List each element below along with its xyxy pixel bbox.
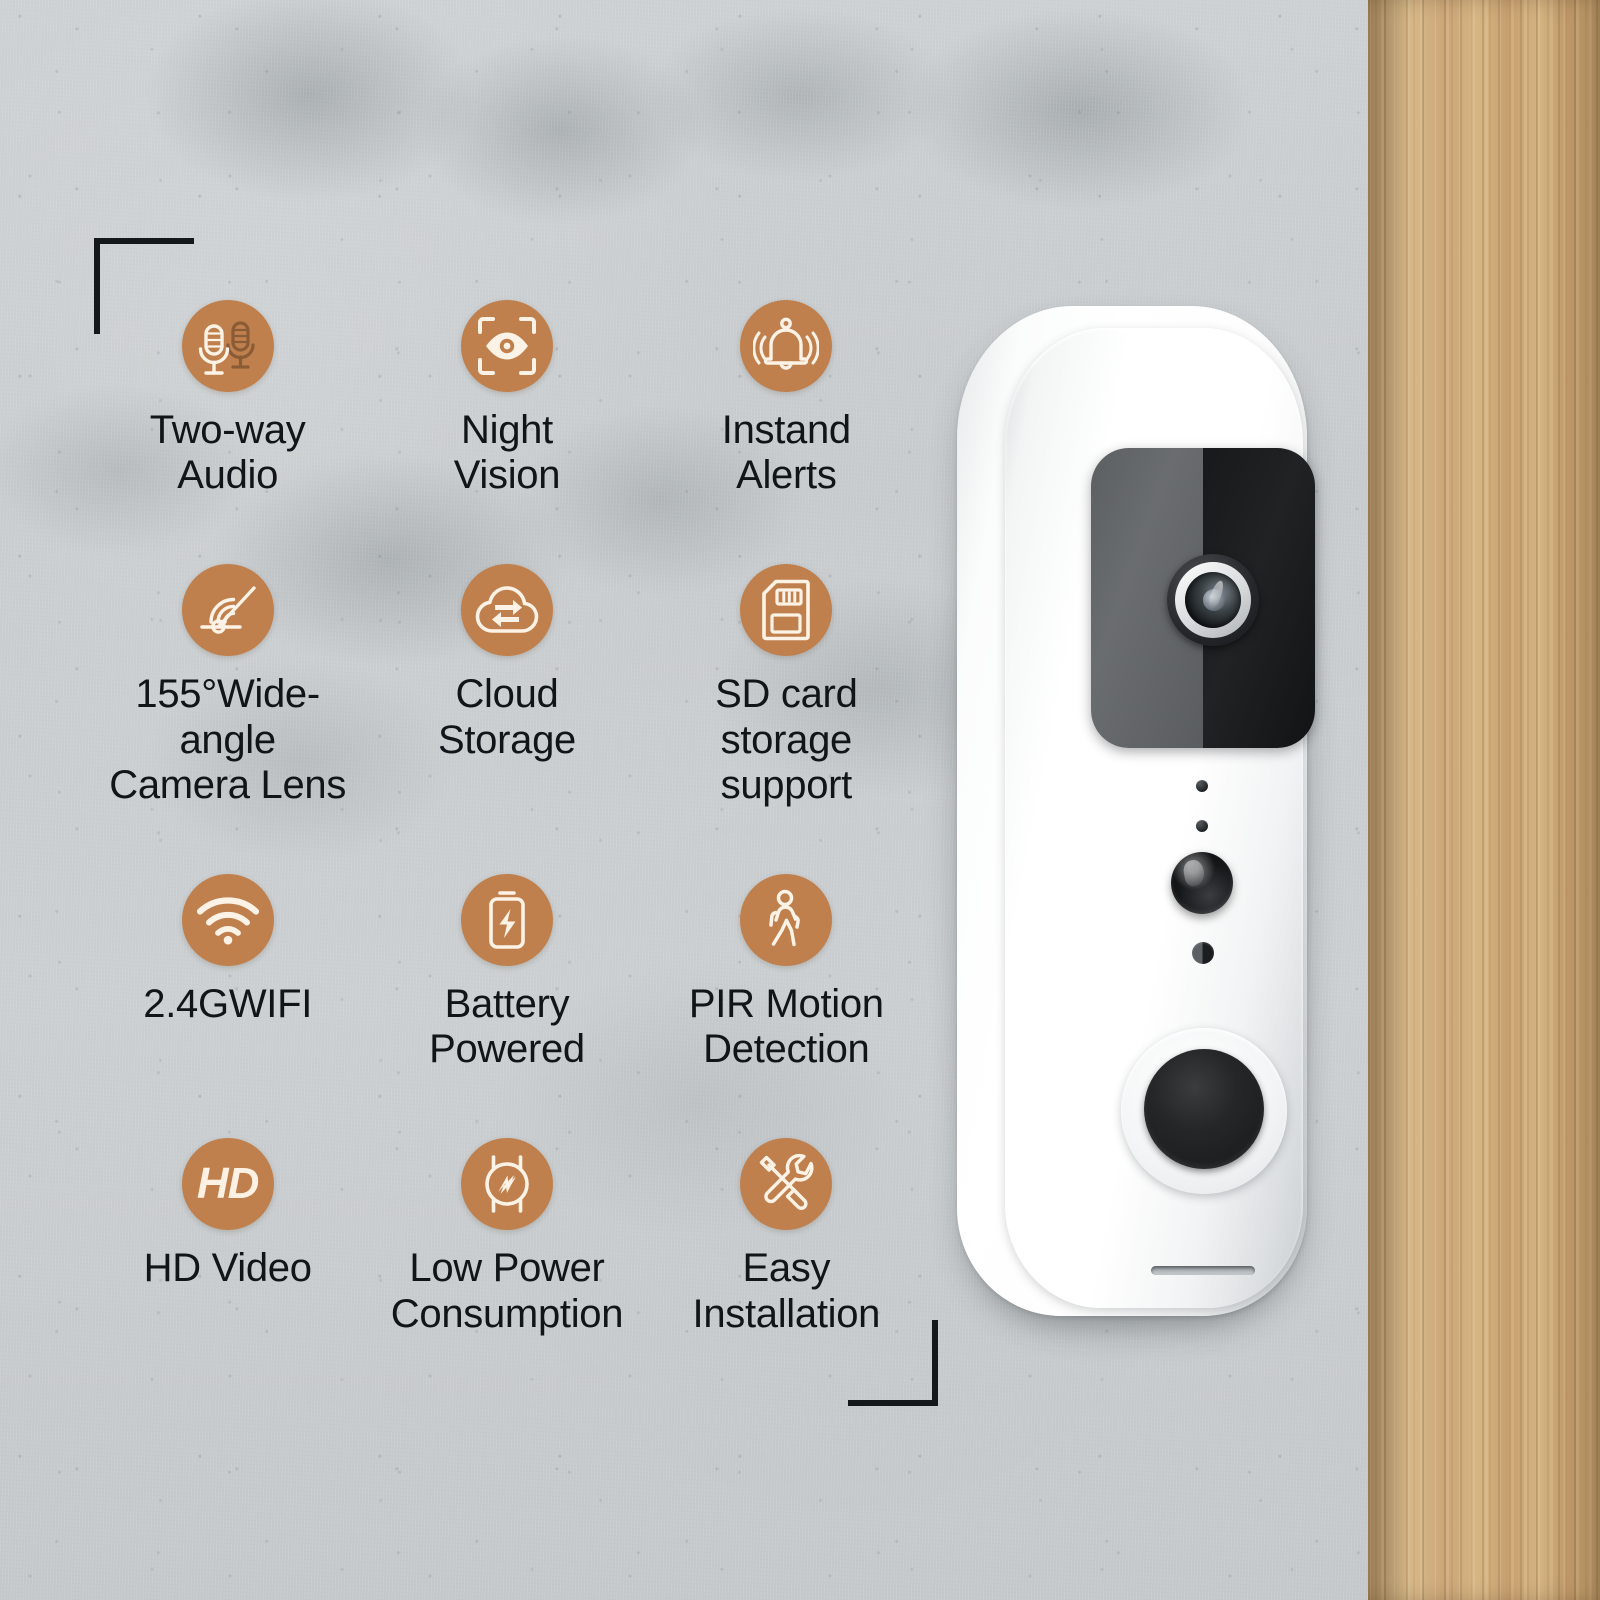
ambient-light-sensor (1192, 942, 1214, 964)
microphone-hole-upper (1196, 780, 1208, 792)
feature-label: Cloud Storage (437, 672, 576, 762)
lens-glass (1185, 572, 1241, 628)
feature-label: 2.4GWIFI (143, 981, 313, 1026)
infographic-canvas: Two-way Audio Night Vision Instand Alert… (0, 0, 1600, 1600)
doorbell-button-recess[interactable] (1121, 1028, 1287, 1194)
wood-edge-shadow (1368, 0, 1600, 1600)
feature-item-pir-motion: PIR Motion Detection (651, 873, 922, 1072)
doorbell-outer-housing (957, 306, 1315, 1316)
microphone-hole-lower (1196, 820, 1208, 832)
doorbell-front-body (1005, 328, 1315, 1308)
feature-item-wifi: 2.4GWIFI (92, 873, 363, 1072)
smart-video-doorbell (935, 306, 1325, 1342)
feature-item-wide-angle-lens: 155°Wide-angle Camera Lens (92, 564, 363, 808)
feature-label: Easy Installation (692, 1246, 881, 1336)
feature-item-easy-installation: Easy Installation (651, 1138, 922, 1336)
feature-label: HD Video (143, 1246, 312, 1291)
pir-dome-highlight (1181, 858, 1207, 888)
easy-installation-tools-icon (740, 1138, 833, 1231)
wide-angle-lens-icon (181, 564, 274, 657)
two-way-audio-icon (181, 300, 274, 392)
feature-item-cloud-storage: Cloud Storage (371, 564, 642, 808)
feature-label: 155°Wide-angle Camera Lens (109, 672, 347, 807)
wood-door-panel (1368, 0, 1600, 1600)
feature-item-battery-powered: Battery Powered (371, 873, 642, 1072)
feature-label: Battery Powered (429, 981, 585, 1072)
speaker-slot (1151, 1266, 1255, 1275)
night-vision-eye-icon (460, 300, 553, 392)
feature-label: PIR Motion Detection (688, 981, 884, 1072)
feature-item-hd-video: HD HD Video (92, 1138, 363, 1336)
battery-icon (460, 873, 553, 966)
feature-label: Instand Alerts (721, 408, 851, 498)
wifi-icon (181, 873, 274, 966)
cloud-storage-icon (460, 564, 553, 657)
feature-item-two-way-audio: Two-way Audio (92, 300, 363, 498)
low-power-icon (460, 1138, 553, 1231)
hd-badge-text: HD (196, 1159, 260, 1209)
feature-grid: Two-way Audio Night Vision Instand Alert… (92, 300, 922, 1337)
instant-alerts-bell-icon (740, 300, 833, 392)
pir-motion-walking-icon (740, 873, 833, 966)
doorbell-button[interactable] (1144, 1049, 1264, 1169)
pir-sensor-dome (1171, 852, 1233, 914)
feature-label: Two-way Audio (149, 408, 306, 498)
feature-label: Low Power Consumption (390, 1246, 624, 1336)
bracket-horizontal-line (848, 1400, 938, 1406)
bracket-horizontal-line (94, 238, 194, 244)
feature-item-instant-alerts: Instand Alerts (651, 300, 922, 498)
feature-label: SD card storage support (715, 672, 858, 807)
hd-badge-icon: HD (181, 1138, 274, 1231)
sd-card-icon (740, 564, 833, 657)
feature-label: Night Vision (453, 408, 561, 498)
feature-item-low-power: Low Power Consumption (371, 1138, 642, 1336)
camera-lens (1167, 554, 1259, 646)
feature-item-sd-card: SD card storage support (651, 564, 922, 808)
feature-item-night-vision: Night Vision (371, 300, 642, 498)
lens-chrome-ring (1175, 562, 1251, 638)
